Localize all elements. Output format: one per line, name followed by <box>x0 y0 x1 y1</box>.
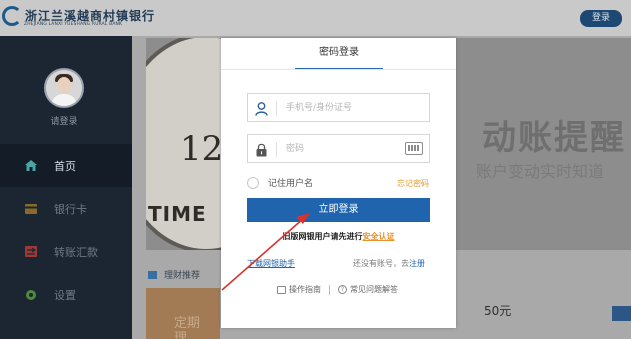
remember-checkbox[interactable] <box>247 176 259 189</box>
lock-icon <box>255 142 268 157</box>
help-links: 操作指南 ? 常见问题解答 <box>277 284 398 295</box>
sidebar-item-label: 转账汇款 <box>54 245 98 259</box>
sidebar: 请登录 首页 银行卡 转账汇款 设置 <box>0 36 132 339</box>
password-field[interactable] <box>247 134 430 163</box>
register-link[interactable]: 注册 <box>409 259 425 268</box>
recommend-icon <box>148 270 157 279</box>
forgot-password-link[interactable]: 忘记密码 <box>397 178 429 189</box>
bank-name-en: ZHEJIANG LANXI YUESHANG RURAL BANK <box>24 22 123 27</box>
gear-icon <box>25 289 37 301</box>
header-login-button[interactable]: 登录 <box>580 10 622 27</box>
promo-subtitle: 账户变动实时知道 <box>476 162 605 181</box>
password-input[interactable] <box>286 140 396 158</box>
username-input[interactable] <box>286 99 396 117</box>
recommend-title-text: 理财推荐 <box>164 271 201 281</box>
guide-icon <box>277 285 286 294</box>
side-tab[interactable] <box>612 306 631 321</box>
username-field[interactable] <box>247 93 430 122</box>
recommend-title: 理财推荐 <box>148 268 200 281</box>
no-account-text: 还没有账号，去 <box>353 259 409 268</box>
sidebar-item-label: 首页 <box>54 159 76 173</box>
clock-number: 12 <box>180 129 224 169</box>
card-icon <box>25 203 37 215</box>
faq-link[interactable]: 常见问题解答 <box>350 284 398 295</box>
guide-link[interactable]: 操作指南 <box>289 284 321 295</box>
sidebar-item-card[interactable]: 银行卡 <box>0 187 132 230</box>
remember-label: 记住用户名 <box>268 179 314 189</box>
tab-password-login[interactable]: 密码登录 <box>295 38 383 70</box>
recommend-card-text: 定期 理 <box>174 316 201 339</box>
login-modal: 密码登录 记住用户名 忘记密码 立即登录 旧版网银用户请先进行安全认证 下载网银… <box>221 38 456 328</box>
sidebar-menu: 首页 银行卡 转账汇款 设置 <box>0 144 132 316</box>
remember-username[interactable]: 记住用户名 <box>247 176 313 189</box>
security-auth-link[interactable]: 安全认证 <box>363 232 395 241</box>
bank-logo-icon <box>2 6 22 26</box>
sidebar-item-settings[interactable]: 设置 <box>0 273 132 316</box>
top-header: 浙江兰溪越商村镇银行 ZHEJIANG LANXI YUESHANG RURAL… <box>0 0 631 36</box>
transfer-icon <box>25 246 37 258</box>
login-submit-button[interactable]: 立即登录 <box>247 198 430 222</box>
sidebar-item-home[interactable]: 首页 <box>0 144 132 187</box>
user-icon <box>255 101 268 116</box>
product-price: 50元 <box>484 304 512 318</box>
sidebar-login-label[interactable]: 请登录 <box>34 114 94 127</box>
home-icon <box>25 160 37 172</box>
recommend-card[interactable]: 定期 理 <box>146 288 220 339</box>
sidebar-item-transfer[interactable]: 转账汇款 <box>0 230 132 273</box>
avatar[interactable] <box>44 68 84 108</box>
keyboard-icon[interactable] <box>405 142 423 155</box>
question-icon: ? <box>338 285 347 294</box>
tab-divider <box>221 69 456 70</box>
sidebar-item-label: 设置 <box>54 288 76 302</box>
clock-brand: TIME <box>148 202 207 226</box>
sidebar-item-label: 银行卡 <box>54 202 87 216</box>
bank-logo[interactable]: 浙江兰溪越商村镇银行 ZHEJIANG LANXI YUESHANG RURAL… <box>2 5 154 31</box>
promo-title: 动账提醒 <box>482 118 626 158</box>
download-helper-link[interactable]: 下载网银助手 <box>247 258 295 269</box>
register-prompt: 还没有账号，去注册 <box>353 258 425 269</box>
old-user-notice: 旧版网银用户请先进行安全认证 <box>221 231 456 242</box>
old-user-text: 旧版网银用户请先进行 <box>282 232 363 241</box>
